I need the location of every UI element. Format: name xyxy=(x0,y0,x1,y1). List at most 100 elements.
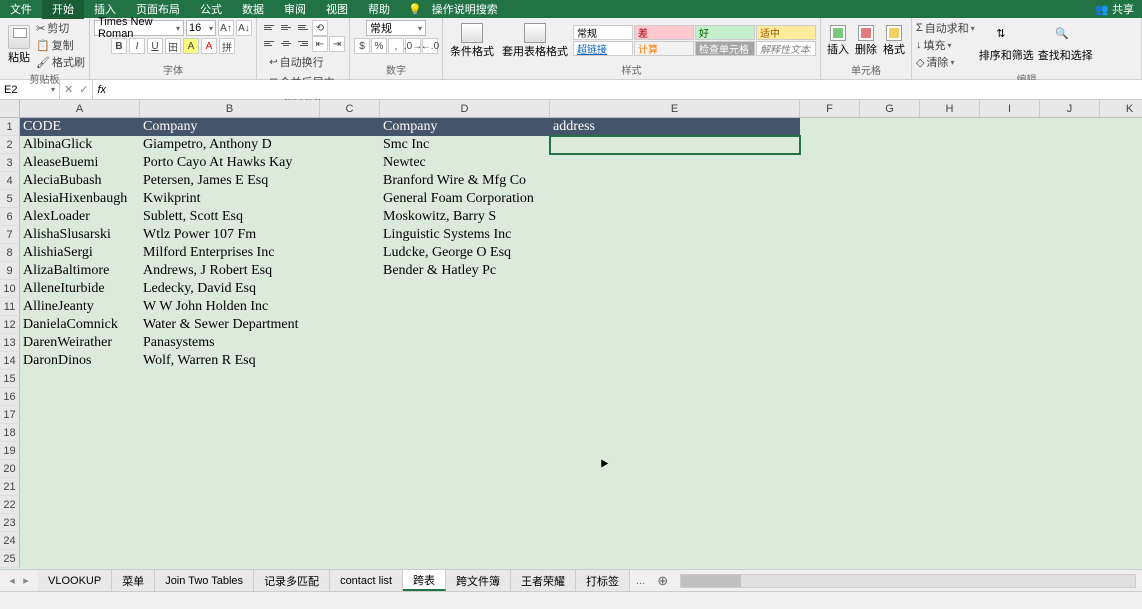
cell-G18[interactable] xyxy=(860,424,920,442)
cell-A20[interactable] xyxy=(20,460,140,478)
cell-J13[interactable] xyxy=(1040,334,1100,352)
row-header-19[interactable]: 19 xyxy=(0,442,20,460)
underline-button[interactable]: U xyxy=(147,38,163,54)
format-cell-button[interactable]: 格式 xyxy=(881,24,907,58)
cell-B9[interactable]: Andrews, J Robert Esq xyxy=(140,262,320,280)
row-header-14[interactable]: 14 xyxy=(0,352,20,370)
menu-file[interactable]: 文件 xyxy=(0,0,42,19)
row-header-13[interactable]: 13 xyxy=(0,334,20,352)
cell-D18[interactable] xyxy=(380,424,550,442)
cell-J18[interactable] xyxy=(1040,424,1100,442)
align-middle-button[interactable] xyxy=(278,20,294,34)
cell-K15[interactable] xyxy=(1100,370,1142,388)
cell-J15[interactable] xyxy=(1040,370,1100,388)
cell-B13[interactable]: Panasystems xyxy=(140,334,320,352)
cell-J5[interactable] xyxy=(1040,190,1100,208)
cell-K19[interactable] xyxy=(1100,442,1142,460)
cell-H9[interactable] xyxy=(920,262,980,280)
cell-H12[interactable] xyxy=(920,316,980,334)
row-header-4[interactable]: 4 xyxy=(0,172,20,190)
cell-J8[interactable] xyxy=(1040,244,1100,262)
cell-A13[interactable]: DarenWeirather xyxy=(20,334,140,352)
cell-H2[interactable] xyxy=(920,136,980,154)
cell-F16[interactable] xyxy=(800,388,860,406)
cell-E1[interactable]: address xyxy=(550,118,800,136)
align-bottom-button[interactable] xyxy=(295,20,311,34)
paste-button[interactable]: 粘贴 xyxy=(4,23,34,67)
cell-D12[interactable] xyxy=(380,316,550,334)
cell-H14[interactable] xyxy=(920,352,980,370)
align-top-button[interactable] xyxy=(261,20,277,34)
cell-I15[interactable] xyxy=(980,370,1040,388)
cell-I16[interactable] xyxy=(980,388,1040,406)
cell-styles-gallery[interactable]: 常规 差 好 适中 超链接 计算 检查单元格 解释性文本 xyxy=(573,25,816,56)
cell-F18[interactable] xyxy=(800,424,860,442)
cell-B24[interactable] xyxy=(140,532,320,550)
cell-J21[interactable] xyxy=(1040,478,1100,496)
horizontal-scrollbar[interactable] xyxy=(680,574,1136,588)
cell-H11[interactable] xyxy=(920,298,980,316)
cell-H20[interactable] xyxy=(920,460,980,478)
cell-H10[interactable] xyxy=(920,280,980,298)
cell-B7[interactable]: Wtlz Power 107 Fm xyxy=(140,226,320,244)
cell-I12[interactable] xyxy=(980,316,1040,334)
cell-C6[interactable] xyxy=(320,208,380,226)
cell-E12[interactable] xyxy=(550,316,800,334)
cell-C2[interactable] xyxy=(320,136,380,154)
tab-more-button[interactable]: ... xyxy=(630,575,651,587)
tab-nav-prev-icon[interactable]: ▸ xyxy=(20,574,32,587)
grow-font-button[interactable]: A↑ xyxy=(218,20,234,36)
cell-K3[interactable] xyxy=(1100,154,1142,172)
cell-G14[interactable] xyxy=(860,352,920,370)
column-header-B[interactable]: B xyxy=(140,100,320,118)
cell-K9[interactable] xyxy=(1100,262,1142,280)
cell-C14[interactable] xyxy=(320,352,380,370)
cell-H1[interactable] xyxy=(920,118,980,136)
column-header-F[interactable]: F xyxy=(800,100,860,118)
cell-J10[interactable] xyxy=(1040,280,1100,298)
column-header-A[interactable]: A xyxy=(20,100,140,118)
row-header-5[interactable]: 5 xyxy=(0,190,20,208)
sheet-tab-菜单[interactable]: 菜单 xyxy=(112,570,155,591)
cell-G21[interactable] xyxy=(860,478,920,496)
autosum-button[interactable]: Σ 自动求和 ▾ xyxy=(916,20,975,36)
cell-E3[interactable] xyxy=(550,154,800,172)
cell-E20[interactable] xyxy=(550,460,800,478)
row-header-21[interactable]: 21 xyxy=(0,478,20,496)
cell-A18[interactable] xyxy=(20,424,140,442)
find-select-button[interactable]: 🔍 查找和选择 xyxy=(1038,27,1093,63)
row-header-20[interactable]: 20 xyxy=(0,460,20,478)
cell-K2[interactable] xyxy=(1100,136,1142,154)
delete-cell-button[interactable]: 删除 xyxy=(853,24,879,58)
cell-B12[interactable]: Water & Sewer Department xyxy=(140,316,320,334)
cell-K4[interactable] xyxy=(1100,172,1142,190)
cond-format-button[interactable]: 条件格式 xyxy=(447,22,497,60)
cell-B3[interactable]: Porto Cayo At Hawks Kay xyxy=(140,154,320,172)
italic-button[interactable]: I xyxy=(129,38,145,54)
inc-decimal-button[interactable]: .0→ xyxy=(405,38,421,54)
select-all-corner[interactable] xyxy=(0,100,20,118)
cell-A6[interactable]: AlexLoader xyxy=(20,208,140,226)
cell-K17[interactable] xyxy=(1100,406,1142,424)
cell-K20[interactable] xyxy=(1100,460,1142,478)
cell-H4[interactable] xyxy=(920,172,980,190)
cell-A25[interactable] xyxy=(20,550,140,568)
insert-cell-button[interactable]: 插入 xyxy=(825,24,851,58)
style-calc[interactable]: 计算 xyxy=(634,41,694,56)
cell-E24[interactable] xyxy=(550,532,800,550)
copy-button[interactable]: 📋 复制 xyxy=(36,37,85,53)
row-header-6[interactable]: 6 xyxy=(0,208,20,226)
cell-I24[interactable] xyxy=(980,532,1040,550)
cell-C19[interactable] xyxy=(320,442,380,460)
cell-C20[interactable] xyxy=(320,460,380,478)
cell-E6[interactable] xyxy=(550,208,800,226)
cell-C22[interactable] xyxy=(320,496,380,514)
column-header-D[interactable]: D xyxy=(380,100,550,118)
cell-I5[interactable] xyxy=(980,190,1040,208)
cell-K13[interactable] xyxy=(1100,334,1142,352)
tab-nav-first-icon[interactable]: ◂ xyxy=(6,574,18,587)
cell-D19[interactable] xyxy=(380,442,550,460)
dec-decimal-button[interactable]: ←.0 xyxy=(422,38,438,54)
worksheet-area[interactable]: ABCDEFGHIJK 1234567891011121314151617181… xyxy=(0,100,1142,569)
number-format-combo[interactable]: 常规▾ xyxy=(366,20,426,36)
